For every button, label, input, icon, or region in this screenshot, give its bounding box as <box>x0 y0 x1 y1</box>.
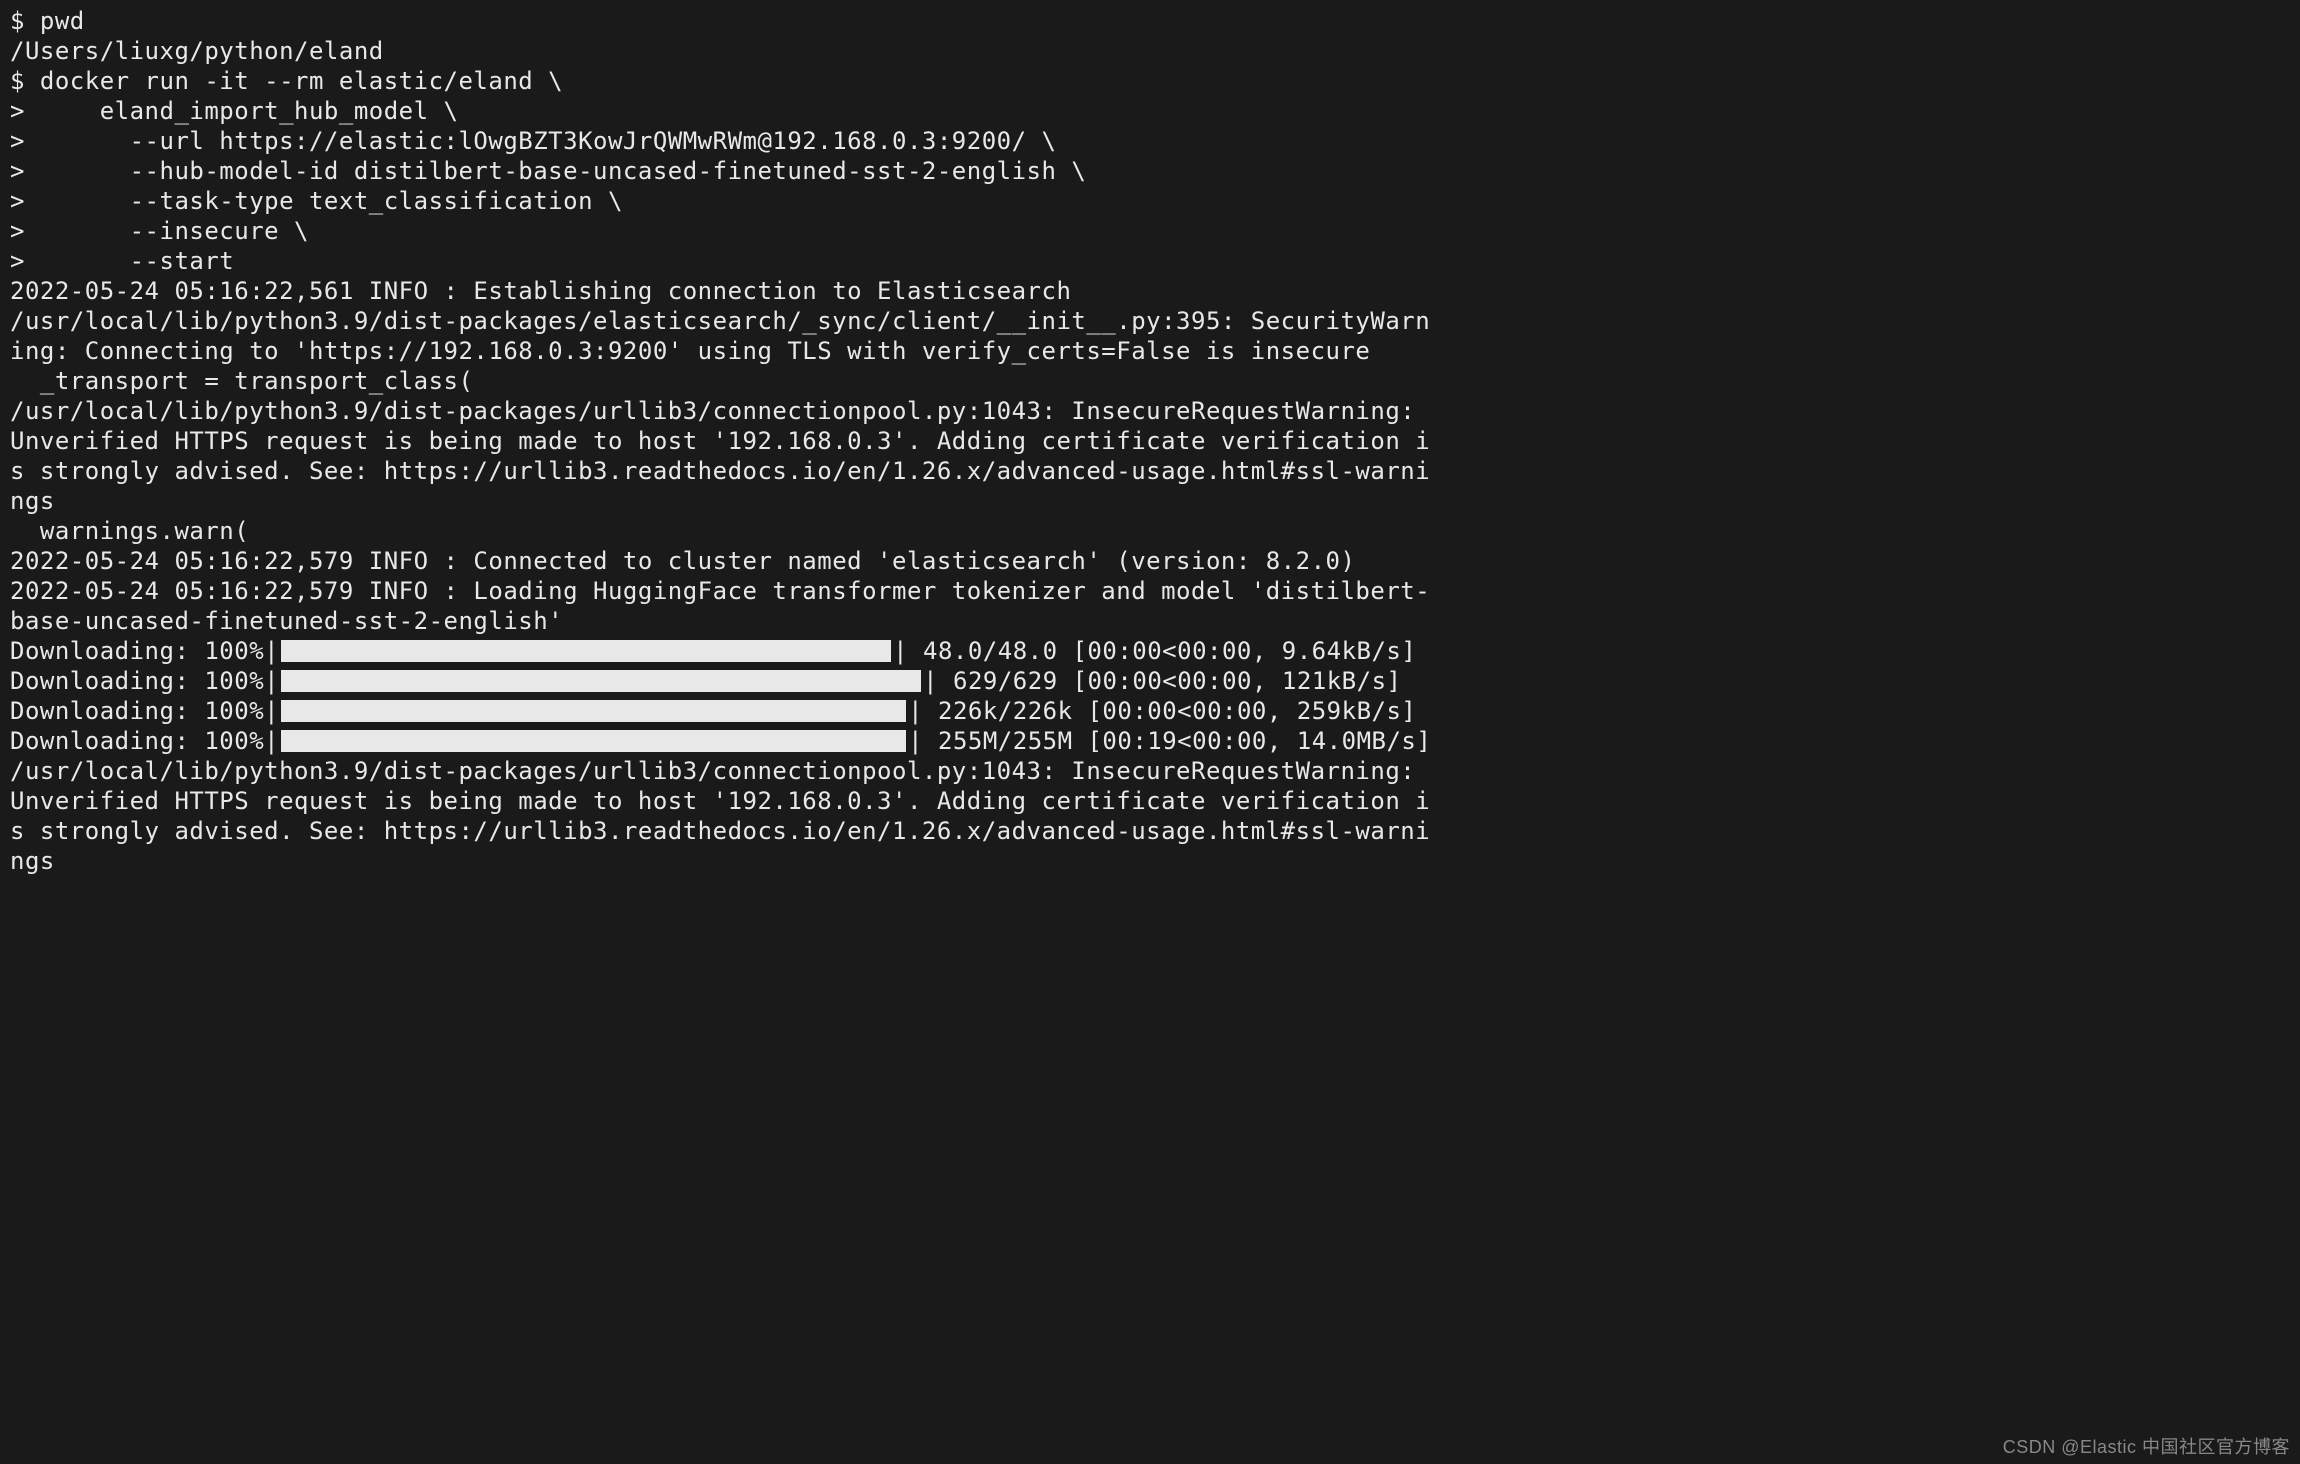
cmd-continuation: > --hub-model-id distilbert-base-uncased… <box>10 156 2290 186</box>
log-warning: Unverified HTTPS request is being made t… <box>10 786 2290 816</box>
progress-bar-icon <box>281 730 906 752</box>
download-progress-3: Downloading: 100%| | 226k/226k [00:00<00… <box>10 696 2290 726</box>
progress-suffix: | 48.0/48.0 [00:00<00:00, 9.64kB/s] <box>893 636 1416 666</box>
log-code: warnings.warn( <box>10 516 2290 546</box>
log-info: 2022-05-24 05:16:22,579 INFO : Connected… <box>10 546 2290 576</box>
log-warning: /usr/local/lib/python3.9/dist-packages/u… <box>10 396 2290 426</box>
progress-prefix: Downloading: 100%| <box>10 696 279 726</box>
cmd-continuation: > --insecure \ <box>10 216 2290 246</box>
log-info: 2022-05-24 05:16:22,561 INFO : Establish… <box>10 276 2290 306</box>
log-warning: ngs <box>10 486 2290 516</box>
log-warning: s strongly advised. See: https://urllib3… <box>10 816 2290 846</box>
log-warning: Unverified HTTPS request is being made t… <box>10 426 2290 456</box>
download-progress-2: Downloading: 100%| | 629/629 [00:00<00:0… <box>10 666 2290 696</box>
docker-run-cmd: $ docker run -it --rm elastic/eland \ <box>10 66 2290 96</box>
download-progress-1: Downloading: 100%| | 48.0/48.0 [00:00<00… <box>10 636 2290 666</box>
log-warning: ing: Connecting to 'https://192.168.0.3:… <box>10 336 2290 366</box>
log-warning: ngs <box>10 846 2290 876</box>
log-info: 2022-05-24 05:16:22,579 INFO : Loading H… <box>10 576 2290 606</box>
terminal-output[interactable]: $ pwd /Users/liuxg/python/eland $ docker… <box>10 6 2290 876</box>
cmd-continuation: > eland_import_hub_model \ <box>10 96 2290 126</box>
progress-bar-icon <box>281 700 906 722</box>
log-warning: /usr/local/lib/python3.9/dist-packages/e… <box>10 306 2290 336</box>
log-info: base-uncased-finetuned-sst-2-english' <box>10 606 2290 636</box>
cmd-continuation: > --start <box>10 246 2290 276</box>
cmd-continuation: > --url https://elastic:lOwgBZT3KowJrQWM… <box>10 126 2290 156</box>
watermark-text: CSDN @Elastic 中国社区官方博客 <box>2003 1436 2290 1459</box>
progress-suffix: | 629/629 [00:00<00:00, 121kB/s] <box>923 666 1401 696</box>
prompt-pwd: $ pwd <box>10 6 2290 36</box>
progress-prefix: Downloading: 100%| <box>10 666 279 696</box>
progress-prefix: Downloading: 100%| <box>10 726 279 756</box>
progress-prefix: Downloading: 100%| <box>10 636 279 666</box>
pwd-output: /Users/liuxg/python/eland <box>10 36 2290 66</box>
progress-bar-icon <box>281 670 921 692</box>
log-code: _transport = transport_class( <box>10 366 2290 396</box>
log-warning: s strongly advised. See: https://urllib3… <box>10 456 2290 486</box>
cmd-continuation: > --task-type text_classification \ <box>10 186 2290 216</box>
progress-bar-icon <box>281 640 891 662</box>
progress-suffix: | 255M/255M [00:19<00:00, 14.0MB/s] <box>908 726 1431 756</box>
log-warning: /usr/local/lib/python3.9/dist-packages/u… <box>10 756 2290 786</box>
download-progress-4: Downloading: 100%| | 255M/255M [00:19<00… <box>10 726 2290 756</box>
progress-suffix: | 226k/226k [00:00<00:00, 259kB/s] <box>908 696 1416 726</box>
